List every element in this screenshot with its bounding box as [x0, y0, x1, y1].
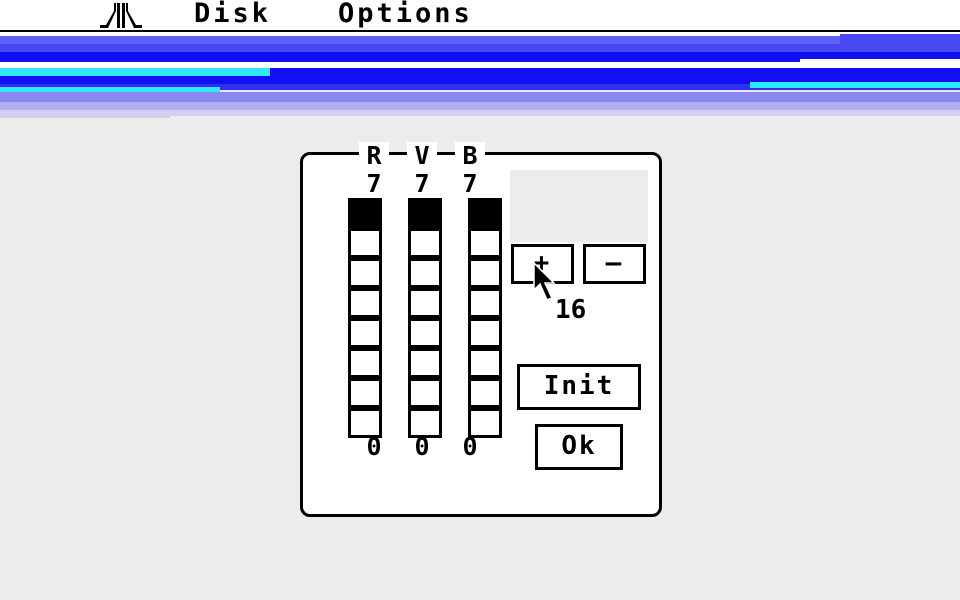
slider-cell[interactable] [348, 288, 382, 318]
slider-cell[interactable] [348, 378, 382, 408]
menu-options[interactable]: Options [338, 0, 473, 31]
slider-cell[interactable] [408, 228, 442, 258]
channel-b-value: 7 [462, 169, 478, 198]
channel-r-min: 0 [366, 432, 382, 461]
mouse-pointer-icon [533, 262, 555, 301]
color-count: 16 [555, 295, 587, 325]
menu-disk[interactable]: Disk [194, 0, 271, 31]
init-button[interactable]: Init [517, 364, 641, 410]
desktop-stripes [0, 32, 960, 128]
slider-cell[interactable] [408, 258, 442, 288]
channel-v-slider[interactable] [408, 198, 442, 438]
color-preview [510, 170, 648, 242]
channel-r-label: R [359, 142, 389, 170]
slider-cell[interactable] [348, 348, 382, 378]
slider-cell[interactable] [348, 228, 382, 258]
slider-cell[interactable] [408, 348, 442, 378]
slider-cell[interactable] [468, 258, 502, 288]
channel-b-slider[interactable] [468, 198, 502, 438]
slider-cell[interactable] [468, 288, 502, 318]
slider-cell[interactable] [408, 288, 442, 318]
palette-dialog: R V B 7 7 7 0 0 0 + – 16 Init Ok [300, 142, 662, 517]
channel-v-value: 7 [414, 169, 430, 198]
slider-cell[interactable] [348, 258, 382, 288]
slider-cell[interactable] [468, 198, 502, 228]
slider-cell[interactable] [348, 198, 382, 228]
ok-button[interactable]: Ok [535, 424, 623, 470]
slider-cell[interactable] [408, 378, 442, 408]
atari-logo-icon[interactable] [98, 3, 142, 28]
minus-button[interactable]: – [583, 244, 646, 284]
slider-cell[interactable] [468, 228, 502, 258]
channel-v-label: V [407, 142, 437, 170]
channel-v-min: 0 [414, 432, 430, 461]
slider-cell[interactable] [468, 378, 502, 408]
channel-r-value: 7 [366, 169, 382, 198]
slider-cell[interactable] [408, 198, 442, 228]
slider-cell[interactable] [408, 318, 442, 348]
menu-bar: Disk Options [0, 0, 960, 32]
slider-cell[interactable] [468, 318, 502, 348]
slider-cell[interactable] [468, 348, 502, 378]
channel-b-min: 0 [462, 432, 478, 461]
channel-r-slider[interactable] [348, 198, 382, 438]
channel-b-label: B [455, 142, 485, 170]
slider-cell[interactable] [348, 318, 382, 348]
